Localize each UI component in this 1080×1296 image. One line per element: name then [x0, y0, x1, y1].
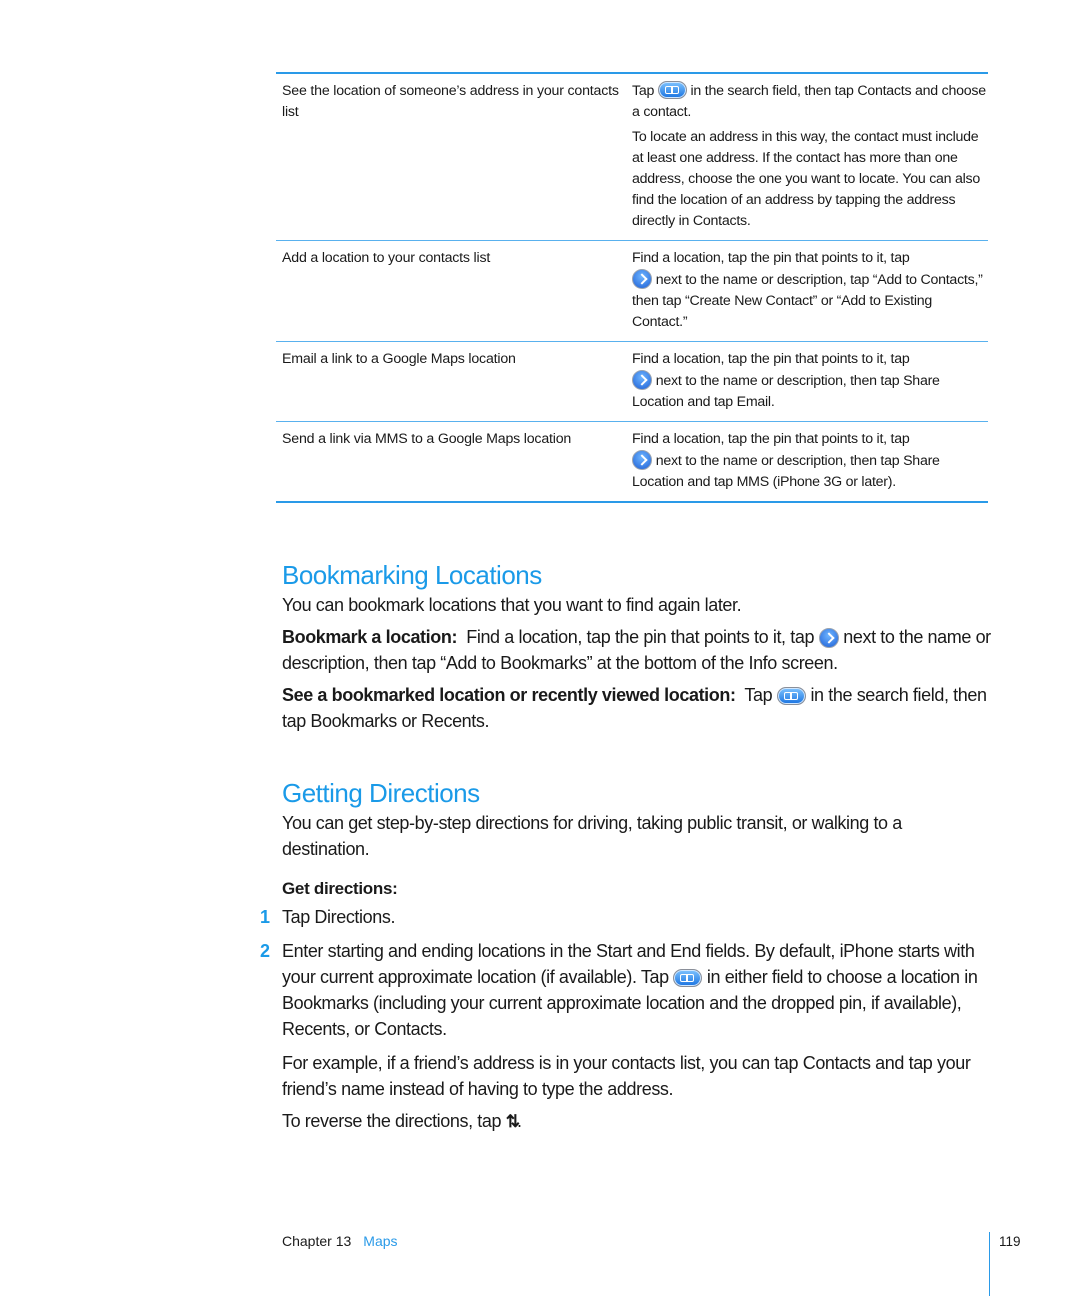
- bookmarks-icon: [657, 81, 687, 99]
- disclosure-arrow-icon: [632, 370, 652, 390]
- step-continuation: For example, if a friend’s address is in…: [260, 1050, 995, 1102]
- action-text: next to the name or description, then ta…: [632, 373, 940, 410]
- step-continuation: To reverse the directions, tap ⇅.: [260, 1108, 995, 1135]
- task-label: See a bookmarked location or recently vi…: [282, 685, 736, 705]
- chapter-label: Chapter 13: [282, 1233, 352, 1249]
- table-action-cell: Find a location, tap the pin that points…: [632, 349, 988, 413]
- disclosure-arrow-icon: [632, 269, 652, 289]
- instruction-text: Find a location, tap the pin that points…: [457, 627, 819, 647]
- bookmarks-icon: [776, 687, 806, 705]
- table-action-cell: Find a location, tap the pin that points…: [632, 248, 988, 333]
- see-bookmark-instruction: See a bookmarked location or recently vi…: [282, 682, 992, 734]
- instruction-text: Tap: [735, 685, 777, 705]
- task-label: Get directions:: [282, 879, 398, 898]
- step-number: 1: [260, 907, 270, 927]
- action-paragraph: Tap in the search field, then tap Contac…: [632, 81, 988, 123]
- table-action-cell: Find a location, tap the pin that points…: [632, 429, 988, 493]
- table-task-cell: Email a link to a Google Maps location: [282, 351, 516, 367]
- table-task-cell: See the location of someone’s address in…: [282, 83, 619, 120]
- table-action-cell: Tap in the search field, then tap Contac…: [632, 81, 988, 232]
- table-task-cell: Send a link via MMS to a Google Maps loc…: [282, 431, 572, 447]
- reverse-paragraph: To reverse the directions, tap ⇅.: [282, 1108, 995, 1135]
- table-row: Add a location to your contacts list Fin…: [276, 241, 988, 342]
- action-text: Find a location, tap the pin that points…: [632, 250, 910, 266]
- disclosure-arrow-icon: [818, 628, 839, 648]
- action-text: Tap: [632, 83, 658, 99]
- table-row: See the location of someone’s address in…: [276, 74, 988, 241]
- action-text: next to the name or description, tap “Ad…: [632, 272, 983, 330]
- table-task-cell: Add a location to your contacts list: [282, 250, 491, 266]
- example-paragraph: For example, if a friend’s address is in…: [282, 1053, 971, 1099]
- section-heading: Bookmarking Locations: [282, 560, 542, 590]
- step-text: Tap Directions.: [282, 907, 396, 927]
- step-item: 1 Tap Directions.: [260, 904, 995, 930]
- footer-chapter: Chapter 13 Maps: [282, 1233, 398, 1249]
- footer-divider: [989, 1232, 990, 1296]
- task-label: Bookmark a location:: [282, 627, 458, 647]
- page-number: 119: [999, 1234, 1021, 1249]
- bookmarks-icon: [673, 969, 703, 987]
- directions-section: Getting Directions You can get step-by-s…: [282, 776, 992, 902]
- reverse-directions-icon: ⇅: [505, 1112, 520, 1131]
- intro-paragraph: You can bookmark locations that you want…: [282, 595, 742, 615]
- intro-paragraph: You can get step-by-step directions for …: [282, 813, 902, 859]
- step-number: 2: [260, 941, 270, 961]
- contacts-maps-table: See the location of someone’s address in…: [276, 72, 988, 503]
- action-text: Find a location, tap the pin that points…: [632, 431, 910, 447]
- reverse-text: .: [516, 1111, 522, 1131]
- section-heading: Getting Directions: [282, 778, 480, 808]
- disclosure-arrow-icon: [632, 450, 652, 470]
- chapter-name-link[interactable]: Maps: [363, 1233, 397, 1249]
- step-text: Enter starting and ending locations in t…: [282, 938, 995, 1042]
- table-row: Email a link to a Google Maps location F…: [276, 342, 988, 422]
- bookmarking-section: Bookmarking Locations You can bookmark l…: [282, 558, 992, 734]
- action-note: To locate an address in this way, the co…: [632, 129, 981, 229]
- reverse-text: To reverse the directions, tap: [282, 1111, 506, 1131]
- table-row: Send a link via MMS to a Google Maps loc…: [276, 422, 988, 503]
- step-item: 2 Enter starting and ending locations in…: [260, 938, 995, 1042]
- bookmark-instruction: Bookmark a location: Find a location, ta…: [282, 624, 992, 676]
- action-text: next to the name or description, then ta…: [632, 453, 940, 490]
- directions-steps: 1 Tap Directions. 2 Enter starting and e…: [260, 904, 995, 1135]
- action-text: Find a location, tap the pin that points…: [632, 351, 910, 367]
